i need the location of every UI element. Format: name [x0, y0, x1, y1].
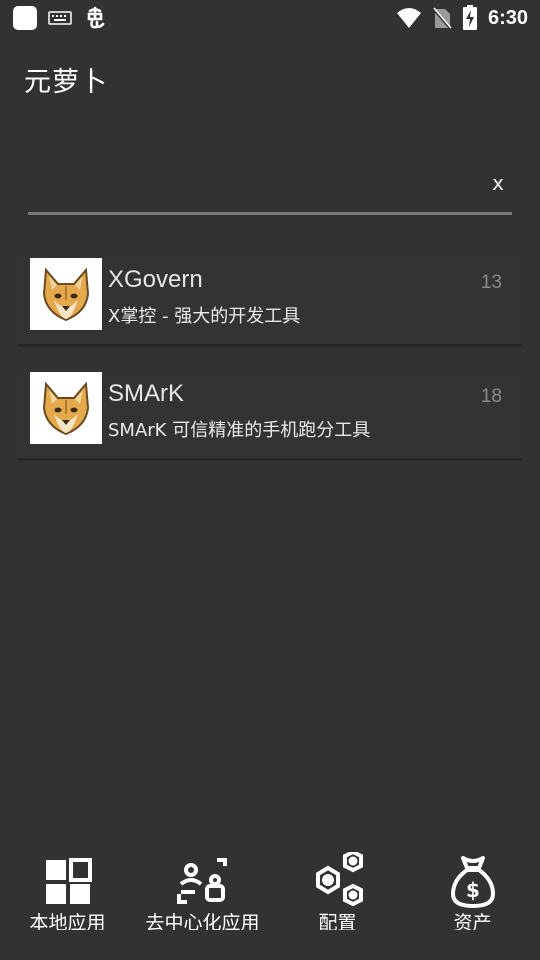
nav-item-local-apps[interactable]: 本地应用 — [0, 840, 135, 960]
svg-text:$: $ — [466, 878, 480, 902]
nav-label: 本地应用 — [29, 912, 106, 930]
square-notification-icon — [13, 6, 37, 30]
fox-logo-icon — [30, 372, 102, 444]
battery-charging-icon — [462, 5, 477, 30]
app-count: 18 — [480, 386, 502, 407]
app-description: X掌控 - 强大的开发工具 — [108, 306, 301, 327]
page-title: 元萝卜 — [24, 67, 108, 98]
status-right: 6:30 — [396, 5, 528, 31]
status-bar: 6:30 — [0, 0, 540, 36]
keyboard-icon — [48, 11, 72, 25]
decentralized-icon — [173, 852, 233, 912]
no-sim-icon — [431, 7, 452, 30]
grid-icon — [38, 852, 98, 912]
app-name: SMArK — [108, 380, 185, 407]
nav-label: 资产 — [453, 912, 492, 930]
money-bag-icon: $ — [443, 852, 503, 912]
search-input[interactable] — [28, 158, 472, 210]
app-count: 13 — [480, 272, 502, 293]
search-bar: x — [28, 158, 512, 215]
nav-item-config[interactable]: 配置 — [270, 840, 405, 960]
fox-logo-icon — [30, 258, 102, 330]
app-description: SMArK 可信精准的手机跑分工具 — [108, 420, 371, 441]
app-list-item-smark[interactable]: SMArK SMArK 可信精准的手机跑分工具 18 — [18, 372, 522, 460]
status-left — [12, 5, 108, 31]
nav-label: 配置 — [318, 912, 357, 930]
bug-icon — [87, 6, 105, 29]
app-list-item-xgovern[interactable]: XGovern X掌控 - 强大的开发工具 13 — [18, 258, 522, 346]
bottom-nav: 本地应用 去中心化应用 配置 $ 资产 — [0, 840, 540, 960]
status-time: 6:30 — [487, 6, 528, 29]
hexagon-settings-icon — [308, 852, 368, 912]
nav-item-decentralized-apps[interactable]: 去中心化应用 — [135, 840, 270, 960]
nav-label: 去中心化应用 — [145, 912, 260, 930]
wifi-icon — [396, 8, 421, 28]
clear-search-button[interactable]: x — [484, 168, 512, 198]
nav-item-assets[interactable]: $ 资产 — [405, 840, 540, 960]
app-name: XGovern — [108, 266, 203, 293]
